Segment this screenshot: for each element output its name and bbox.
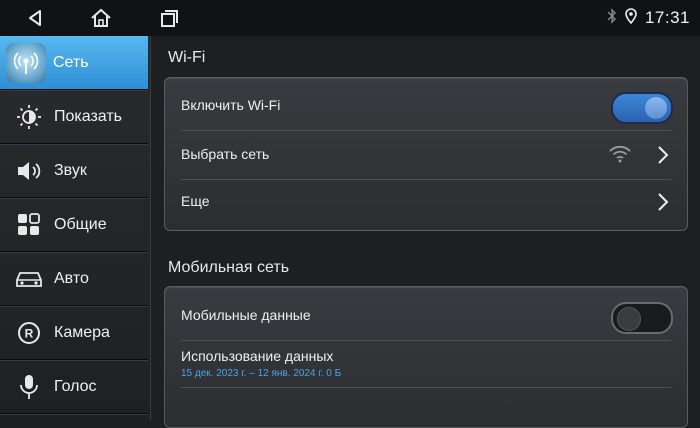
sidebar-item-network[interactable]: Сеть	[0, 36, 148, 90]
back-triangle-icon[interactable]	[22, 6, 48, 30]
car-icon	[14, 264, 44, 294]
sidebar-item-label: Общие	[54, 215, 107, 233]
location-icon	[625, 7, 637, 29]
mobile-data-row[interactable]: Мобильные данные	[165, 292, 687, 340]
network-icon	[6, 42, 46, 83]
sidebar-item-label: Сеть	[53, 53, 89, 71]
sidebar-item-auto[interactable]: Авто	[0, 252, 148, 306]
svg-text:R: R	[25, 326, 34, 340]
divider	[181, 387, 671, 388]
mobile-data-label: Мобильные данные	[181, 307, 311, 323]
sidebar-item-general[interactable]: Общие	[0, 198, 148, 252]
sidebar-item-label: Звук	[54, 161, 87, 179]
more-label: Еще	[181, 193, 210, 209]
toggle-knob	[645, 97, 667, 119]
camera-r-icon: R	[14, 318, 44, 348]
sidebar-item-label: Авто	[54, 269, 89, 287]
sidebar-item-label: Голос	[54, 377, 97, 395]
sidebar-item-label: Камера	[54, 323, 110, 341]
grid-icon	[14, 210, 44, 240]
wifi-toggle[interactable]	[611, 92, 673, 124]
sidebar-item-camera[interactable]: R Камера	[0, 306, 148, 360]
wifi-section-title: Wi-Fi	[168, 49, 206, 66]
home-icon[interactable]	[88, 6, 114, 30]
settings-sidebar: Сеть Показать Звук Общие Авто R Камера Г…	[0, 36, 151, 420]
sidebar-item-display[interactable]: Показать	[0, 90, 148, 144]
data-usage-label: Использование данных	[181, 348, 334, 364]
brightness-icon	[14, 102, 44, 132]
clock: 17:31	[644, 8, 690, 27]
wifi-card: Включить Wi-Fi Выбрать сеть Еще	[164, 77, 688, 231]
status-indicators: 17:31	[607, 6, 690, 30]
microphone-icon	[14, 372, 44, 402]
mobile-data-toggle[interactable]	[611, 302, 673, 334]
sidebar-item-voice[interactable]: Голос	[0, 360, 148, 414]
mobile-network-card: Мобильные данные Использование данных 15…	[164, 286, 688, 428]
data-usage-row[interactable]: Использование данных 15 дек. 2023 г. – 1…	[165, 341, 687, 387]
chevron-right-icon	[657, 145, 669, 170]
sidebar-item-label: Показать	[54, 107, 123, 125]
choose-network-label: Выбрать сеть	[181, 146, 270, 162]
wifi-enable-label: Включить Wi-Fi	[181, 97, 281, 113]
choose-network-row[interactable]: Выбрать сеть	[165, 131, 687, 179]
bluetooth-icon	[607, 7, 617, 29]
more-row[interactable]: Еще	[165, 178, 687, 226]
data-usage-detail: 15 дек. 2023 г. – 12 янв. 2024 г. 0 Б	[181, 368, 342, 379]
chevron-right-icon	[657, 192, 669, 217]
toggle-knob	[617, 307, 641, 331]
status-bar: 17:31	[0, 0, 700, 36]
sidebar-item-sound[interactable]: Звук	[0, 144, 148, 198]
mobile-section-title: Мобильная сеть	[168, 259, 290, 276]
wifi-signal-icon	[609, 145, 631, 168]
recents-icon[interactable]	[156, 6, 182, 30]
wifi-enable-row[interactable]: Включить Wi-Fi	[165, 82, 687, 130]
network-settings-panel: Wi-Fi Включить Wi-Fi Выбрать сеть Еще Мо…	[151, 36, 700, 428]
speaker-icon	[14, 156, 44, 186]
